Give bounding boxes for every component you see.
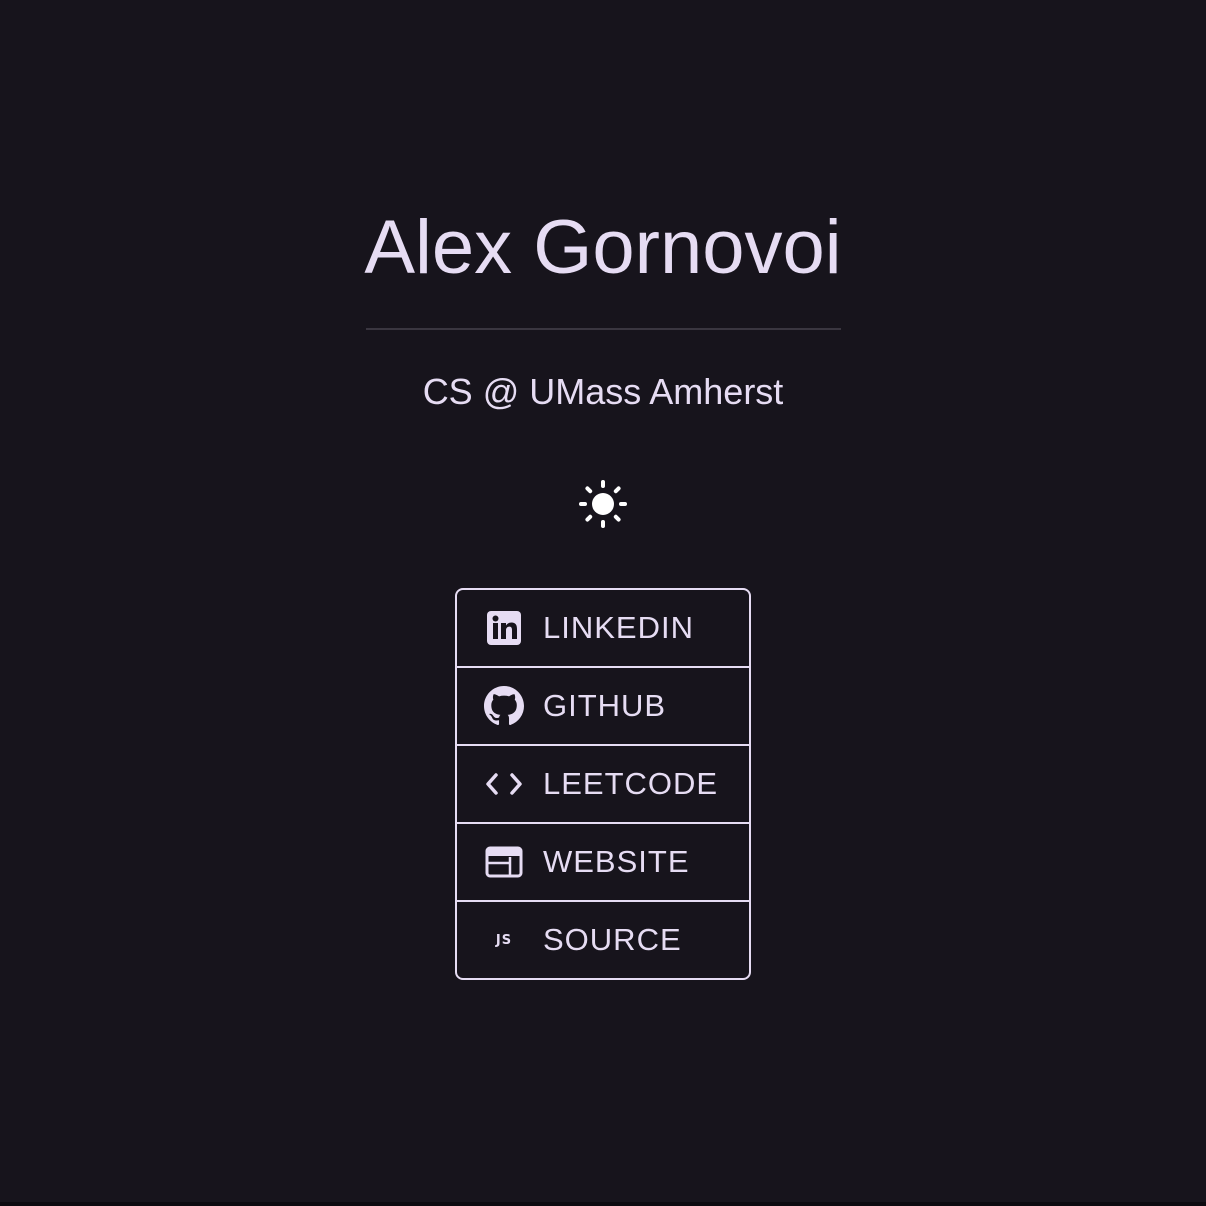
title-divider xyxy=(366,328,841,330)
link-website[interactable]: WEBSITE xyxy=(457,824,749,902)
github-icon xyxy=(483,685,525,727)
link-label: LINKEDIN xyxy=(543,610,694,645)
browser-window-icon xyxy=(483,841,525,883)
page: Alex Gornovoi CS @ UMass Amherst LINKEDI… xyxy=(0,0,1206,1206)
theme-toggle-button[interactable] xyxy=(578,479,628,529)
sun-icon xyxy=(579,480,627,528)
js-icon: JS xyxy=(483,919,525,961)
js-badge-text: JS xyxy=(495,932,513,948)
page-title: Alex Gornovoi xyxy=(364,205,842,290)
code-icon xyxy=(483,763,525,805)
bottom-edge xyxy=(0,1202,1206,1206)
link-source[interactable]: JS SOURCE xyxy=(457,902,749,978)
tagline: CS @ UMass Amherst xyxy=(422,371,784,412)
link-leetcode[interactable]: LEETCODE xyxy=(457,746,749,824)
link-label: GITHUB xyxy=(543,688,667,723)
link-label: WEBSITE xyxy=(543,844,690,879)
link-label: SOURCE xyxy=(543,922,682,957)
link-list: LINKEDIN GITHUB LEETCODE WEBSITE JS SOUR… xyxy=(455,588,751,980)
linkedin-icon xyxy=(483,607,525,649)
link-label: LEETCODE xyxy=(543,766,719,801)
link-linkedin[interactable]: LINKEDIN xyxy=(457,590,749,668)
link-github[interactable]: GITHUB xyxy=(457,668,749,746)
